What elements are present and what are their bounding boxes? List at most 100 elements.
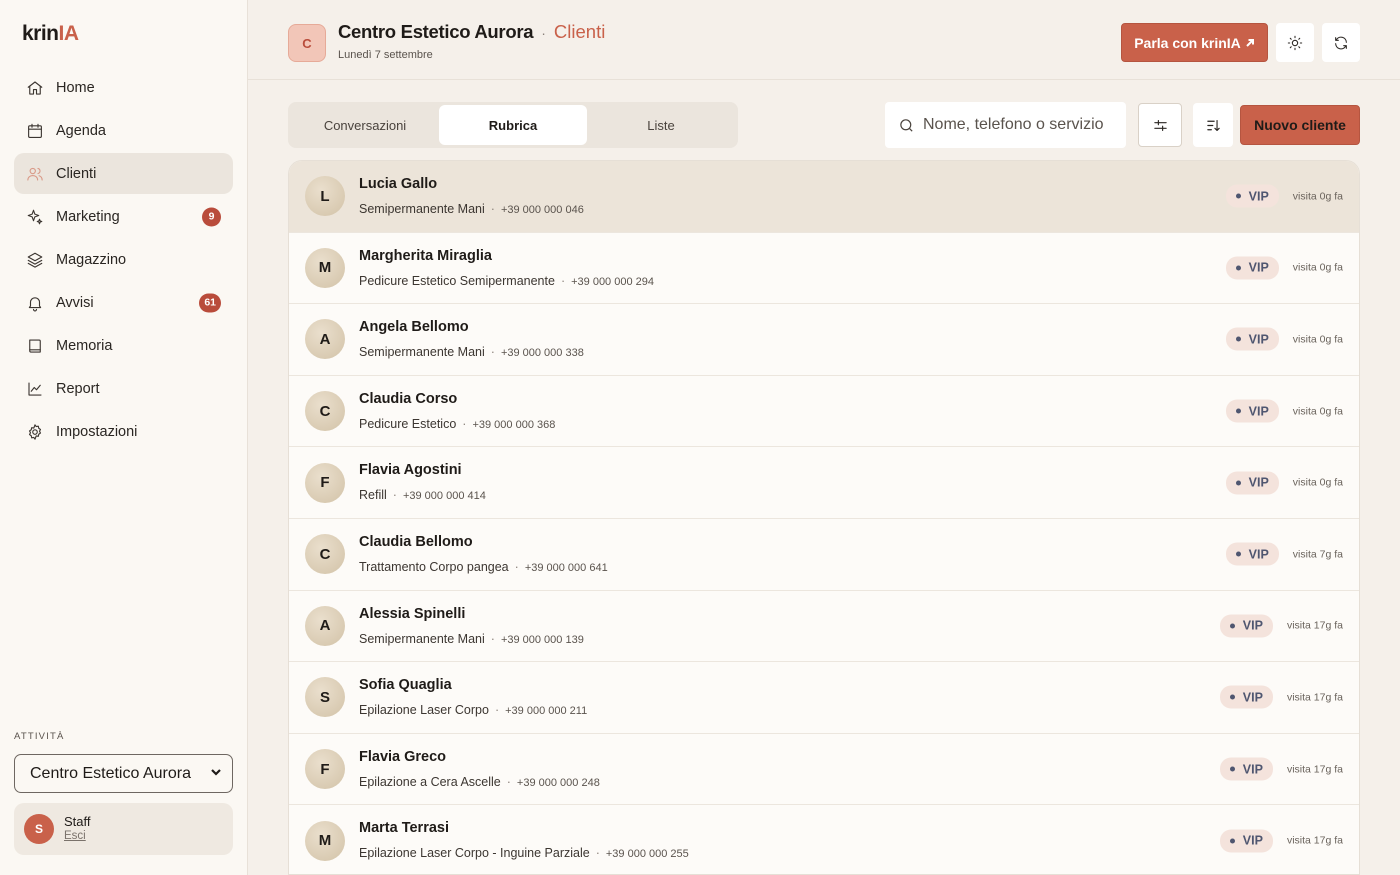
- sidebar-item-impostazioni[interactable]: Impostazioni: [14, 411, 233, 452]
- tab-liste[interactable]: Liste: [587, 105, 735, 145]
- home-icon: [26, 79, 44, 97]
- badge-label: VIP: [1248, 332, 1269, 347]
- client-service: Refill: [359, 488, 387, 503]
- status-badge: VIP: [1225, 327, 1279, 351]
- client-service: Pedicure Estetico Semipermanente: [359, 273, 555, 288]
- table-row[interactable]: C Claudia Corso Pedicure Estetico · +39 000 …: [289, 376, 1359, 448]
- client-list: L Lucia Gallo Semipermanente Mani · +39 000 …: [288, 160, 1360, 875]
- table-row[interactable]: A Angela Bellomo Semipermanente Mani · +39 0…: [289, 304, 1359, 376]
- sidebar-item-label: Marketing: [56, 208, 120, 225]
- krinia-logo[interactable]: krinIA: [22, 22, 79, 46]
- status-badge: VIP: [1225, 471, 1279, 495]
- detail-separator: ·: [506, 774, 511, 789]
- activity-select[interactable]: Centro Estetico Aurora: [14, 754, 233, 793]
- client-name: Margherita Miraglia: [359, 247, 492, 264]
- last-visit: visita 17g fa: [1286, 691, 1343, 704]
- theme-toggle-button[interactable]: [1276, 23, 1314, 62]
- notification-badge: 9: [202, 207, 221, 226]
- dot-icon: [1235, 336, 1241, 342]
- client-meta: VIP visita 0g fa: [1225, 184, 1343, 208]
- dot-icon: [1235, 408, 1241, 414]
- client-details: Epilazione Laser Corpo · +39 000 000 211: [359, 703, 587, 717]
- layers-icon: [26, 251, 44, 269]
- chat-with-krinia-button[interactable]: Parla con krinIA: [1121, 23, 1268, 62]
- client-details: Semipermanente Mani · +39 000 000 139: [359, 632, 584, 646]
- sidebar-item-agenda[interactable]: Agenda: [14, 110, 233, 151]
- client-phone: +39 000 000 641: [524, 561, 608, 574]
- client-details: Pedicure Estetico Semipermanente · +39 000…: [359, 274, 654, 288]
- client-phone: +39 000 000 414: [402, 490, 486, 503]
- sort-button[interactable]: [1193, 103, 1233, 147]
- sidebar: krinIA Home Agenda Clienti Marketing 9 Magazz…: [0, 0, 248, 875]
- client-service: Epilazione a Cera Ascelle: [359, 774, 501, 789]
- sidebar-item-marketing[interactable]: Marketing 9: [14, 196, 233, 237]
- table-row[interactable]: S Sofia Quaglia Epilazione Laser Corpo · +39…: [289, 662, 1359, 734]
- logo-accent-text: IA: [58, 22, 80, 45]
- avatar: F: [305, 462, 345, 503]
- dot-icon: [1229, 838, 1235, 844]
- client-details: Semipermanente Mani · +39 000 000 046: [359, 202, 584, 216]
- sidebar-item-clienti[interactable]: Clienti: [14, 153, 233, 194]
- sidebar-item-label: Memoria: [56, 337, 113, 354]
- user-name: Staff: [64, 814, 91, 829]
- filter-button[interactable]: [1138, 103, 1182, 147]
- client-meta: VIP visita 7g fa: [1225, 542, 1343, 566]
- tab-conversazioni[interactable]: Conversazioni: [291, 105, 439, 145]
- sidebar-item-report[interactable]: Report: [14, 368, 233, 409]
- client-name: Angela Bellomo: [359, 319, 469, 336]
- sidebar-item-home[interactable]: Home: [14, 67, 233, 108]
- detail-separator: ·: [494, 703, 500, 718]
- client-details: Semipermanente Mani · +39 000 000 338: [359, 345, 584, 359]
- table-row[interactable]: M Margherita Miraglia Pedicure Estetico Se…: [289, 233, 1359, 305]
- view-tabs: Conversazioni Rubrica Liste: [288, 102, 738, 148]
- dot-icon: [1235, 480, 1241, 486]
- avatar: C: [305, 391, 345, 432]
- client-service: Semipermanente Mani: [359, 202, 485, 216]
- title-separator: ·: [541, 25, 546, 41]
- sidebar-item-avvisi[interactable]: Avvisi 61: [14, 282, 233, 323]
- last-visit: visita 7g fa: [1292, 548, 1343, 561]
- client-service: Epilazione Laser Corpo - Inguine Parzial…: [359, 846, 590, 861]
- sidebar-item-label: Avvisi: [56, 294, 94, 311]
- chevron-down-icon: [210, 765, 222, 783]
- table-row[interactable]: M Marta Terrasi Epilazione Laser Corpo - I…: [289, 805, 1359, 874]
- status-badge: VIP: [1225, 256, 1279, 280]
- search-box[interactable]: [885, 102, 1126, 148]
- table-row[interactable]: L Lucia Gallo Semipermanente Mani · +39 000 …: [289, 161, 1359, 233]
- refresh-button[interactable]: [1322, 23, 1360, 62]
- book-icon: [26, 337, 44, 355]
- table-row[interactable]: F Flavia Greco Epilazione a Cera Ascelle · +…: [289, 734, 1359, 806]
- dot-icon: [1229, 694, 1235, 700]
- table-row[interactable]: A Alessia Spinelli Semipermanente Mani · +39…: [289, 591, 1359, 663]
- client-meta: VIP visita 17g fa: [1219, 829, 1343, 853]
- logout-link[interactable]: Esci: [64, 829, 91, 844]
- tab-rubrica[interactable]: Rubrica: [439, 105, 587, 145]
- detail-separator: ·: [490, 202, 495, 216]
- bell-icon: [26, 294, 44, 312]
- activity-label: ATTIVITÀ: [14, 731, 65, 742]
- sidebar-nav: Home Agenda Clienti Marketing 9 Magazzino Avvi…: [14, 67, 233, 454]
- sliders-icon: [1153, 119, 1167, 131]
- client-name: Claudia Bellomo: [359, 533, 473, 550]
- new-client-button[interactable]: Nuovo cliente: [1240, 105, 1360, 145]
- refresh-icon: [1335, 36, 1347, 49]
- business-avatar: C: [288, 24, 326, 62]
- client-details: Pedicure Estetico · +39 000 000 368: [359, 417, 555, 431]
- sidebar-item-magazzino[interactable]: Magazzino: [14, 239, 233, 280]
- table-row[interactable]: F Flavia Agostini Refill · +39 000 000 414 VI…: [289, 447, 1359, 519]
- detail-separator: ·: [392, 488, 397, 503]
- page-header: C Centro Estetico Aurora · Clienti Luned…: [248, 0, 1400, 80]
- avatar: A: [305, 319, 345, 360]
- status-badge: VIP: [1219, 829, 1273, 853]
- client-name: Sofia Quaglia: [359, 677, 452, 694]
- client-service: Trattamento Corpo pangea: [359, 559, 509, 574]
- sidebar-item-memoria[interactable]: Memoria: [14, 325, 233, 366]
- client-phone: +39 000 000 248: [516, 776, 600, 789]
- detail-separator: ·: [490, 345, 495, 360]
- avatar: S: [305, 677, 345, 718]
- search-input[interactable]: [923, 116, 1103, 134]
- table-row[interactable]: C Claudia Bellomo Trattamento Corpo pangea…: [289, 519, 1359, 591]
- badge-label: VIP: [1242, 690, 1263, 705]
- avatar: A: [305, 605, 345, 646]
- dot-icon: [1235, 265, 1241, 271]
